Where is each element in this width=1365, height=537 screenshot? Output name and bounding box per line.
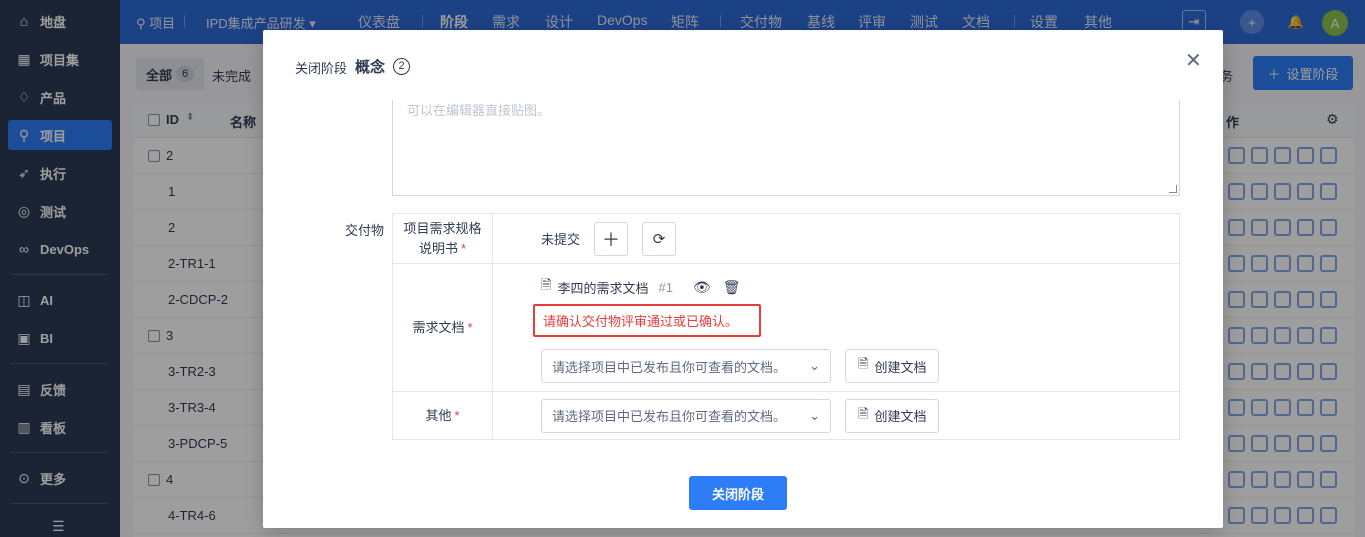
chevron-down-icon: ⌄ [809,358,820,373]
eye-icon[interactable]: 👁 [693,279,711,296]
deliverables-label: 交付物 [345,223,385,238]
doc-version: #1 [658,279,673,295]
create-doc-label: 创建文档 [874,359,927,375]
other-doc-select[interactable]: 请选择项目中已发布且你可查看的文档。 ⌄ [541,398,831,433]
deliverables-table: 项目需求规格说明书* 未提交 ＋ ⟳ 需求文档* 🗎 李四的需求文档 #1 [392,213,1180,440]
create-other-doc-button[interactable]: 🗎 创建文档 [845,398,940,433]
document-icon: 🗎 [858,356,869,371]
close-icon[interactable]: ✕ [1185,48,1202,73]
req-doc-label-cell: 需求文档 * [392,263,493,392]
req-doc-label: 需求文档 [412,319,465,335]
editor-placeholder: 可以在编辑器直接贴图。 [407,103,551,118]
req-doc-select-placeholder: 请选择项目中已发布且你可查看的文档。 [552,359,787,375]
deliverable-row-spec: 项目需求规格说明书 * 未提交 ＋ ⟳ [392,213,1180,264]
doc-name-link[interactable]: 李四的需求文档 [557,278,648,297]
required-mark: * [454,407,460,423]
refresh-icon[interactable]: ⟳ [642,221,677,256]
spec-status: 未提交 [541,232,581,247]
other-content-cell: 请选择项目中已发布且你可查看的文档。 ⌄ 🗎 创建文档 [492,391,1180,440]
deliverable-row-req-doc: 需求文档 * 🗎 李四的需求文档 #1 👁 🗑 请确认交付物评审通过或已确认。 请… [392,263,1180,392]
close-stage-button[interactable]: 关闭阶段 [689,476,787,510]
document-icon: 🗎 [858,405,869,421]
deliverable-row-other: 其他 * 请选择项目中已发布且你可查看的文档。 ⌄ 🗎 创建文档 [392,391,1180,440]
spec-label-cell: 项目需求规格说明书 * [392,213,493,264]
other-select-placeholder: 请选择项目中已发布且你可查看的文档。 [552,409,787,424]
chevron-down-icon: ⌄ [809,407,820,423]
required-mark: * [460,240,467,256]
add-deliverable-button[interactable]: ＋ [594,221,629,256]
other-label: 其他 [425,407,452,423]
document-icon: 🗎 [541,277,552,292]
other-label-cell: 其他 * [392,391,493,440]
trash-icon[interactable]: 🗑 [723,279,741,296]
resize-handle[interactable] [1169,185,1177,193]
required-mark: * [467,319,473,335]
comment-editor[interactable]: 可以在编辑器直接贴图。 [392,100,1180,196]
req-doc-content-cell: 🗎 李四的需求文档 #1 👁 🗑 请确认交付物评审通过或已确认。 请选择项目中已… [492,263,1180,392]
create-req-doc-button[interactable]: 🗎 创建文档 [845,349,940,383]
spec-label: 项目需求规格说明书 [403,220,482,256]
spec-content-cell: 未提交 ＋ ⟳ [492,213,1180,264]
create-doc-label: 创建文档 [874,409,927,424]
req-doc-select[interactable]: 请选择项目中已发布且你可查看的文档。 ⌄ [541,349,831,383]
dialog-title-prefix: 关闭阶段 [295,61,348,76]
close-stage-dialog: 关闭阶段 概念 2 ✕ 可以在编辑器直接贴图。 交付物 项目需求规格说明书 * 未… [263,30,1223,528]
dialog-title-number: 2 [393,58,410,75]
review-warning: 请确认交付物评审通过或已确认。 [533,304,761,337]
dialog-title: 概念 [355,59,386,76]
